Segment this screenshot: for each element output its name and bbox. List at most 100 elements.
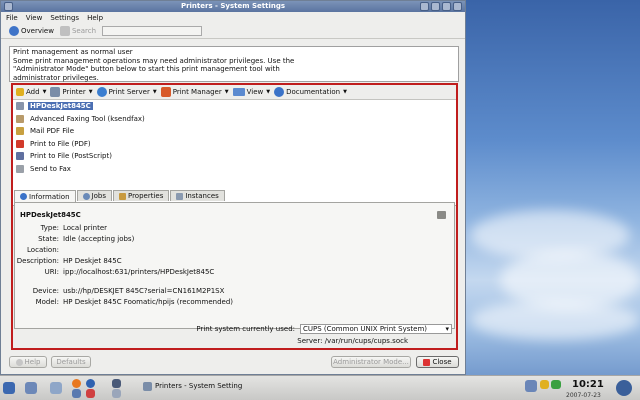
menu-settings[interactable]: Settings	[50, 14, 79, 22]
printer-label: Send to Fax	[30, 164, 71, 173]
info-line: administrator privileges.	[13, 73, 99, 82]
detail-key: Location:	[27, 246, 59, 254]
printer-item-ksendfax[interactable]: Advanced Faxing Tool (ksendfax)	[13, 113, 456, 126]
mail-icon	[16, 127, 24, 136]
pager-icon[interactable]	[112, 379, 121, 388]
print-system-select[interactable]: CUPS (Common UNIX Print System) ▾	[300, 324, 452, 334]
help-button[interactable]: Help	[9, 356, 47, 368]
overview-label: Overview	[21, 27, 54, 35]
search-label: Search	[71, 27, 97, 35]
detail-row-uri: URI: ipp://localhost:631/printers/HPDeskJ…	[15, 268, 215, 276]
add-label: Add	[26, 88, 40, 96]
info-icon	[20, 193, 27, 200]
mail-icon[interactable]	[86, 379, 95, 388]
wand-icon	[16, 88, 24, 96]
help-icon[interactable]	[420, 2, 429, 11]
pager-icon[interactable]	[112, 389, 121, 398]
search-label-item: Search	[59, 26, 97, 36]
overview-button[interactable]: Overview	[9, 26, 54, 36]
logout-icon[interactable]	[616, 380, 632, 396]
clock-date: 2007-07-23	[566, 392, 601, 399]
window-title: Printers - System Settings	[180, 2, 286, 10]
taskbar: Printers - System Setting 10:21 2007-07-…	[0, 375, 640, 400]
battery-icon[interactable]	[551, 380, 561, 389]
printer-item-hpdeskjet845c[interactable]: HPDeskJet845C	[13, 100, 456, 113]
printer-label: Print to File (PostScript)	[30, 152, 112, 161]
tab-label: Instances	[185, 192, 219, 200]
menu-file[interactable]: File	[6, 14, 18, 22]
postscript-icon	[16, 152, 24, 161]
printer-item-print-pdf[interactable]: Print to File (PDF)	[13, 138, 456, 151]
tab-label: Information	[29, 192, 70, 201]
search-icon	[59, 26, 70, 36]
home-icon[interactable]	[50, 382, 62, 394]
print-icon[interactable]	[437, 211, 446, 219]
print-manager-button[interactable]: Print Manager ▼	[160, 87, 229, 97]
close-icon[interactable]	[453, 2, 462, 11]
print-server-button[interactable]: Print Server ▼	[96, 87, 157, 97]
detail-row-model: Model: HP Deskjet 845C Foomatic/hpijs (re…	[15, 298, 233, 306]
detail-key: State:	[38, 235, 59, 243]
details-tabs: Information Jobs Properties Instances	[14, 190, 226, 202]
print-server-label: Print Server	[108, 88, 150, 96]
information-panel: HPDeskJet845C Type: Local printer State: I…	[14, 202, 455, 329]
tab-instances[interactable]: Instances	[170, 190, 225, 201]
pdf-icon	[16, 139, 24, 148]
task-printers-window[interactable]: Printers - System Setting	[143, 378, 253, 394]
window-menu-icon[interactable]	[4, 2, 13, 11]
printer-item-mail-pdf[interactable]: Mail PDF File	[13, 125, 456, 138]
window-titlebar[interactable]: Printers - System Settings	[1, 1, 465, 12]
network-icon[interactable]	[525, 380, 537, 392]
main-toolbar: Overview Search	[1, 24, 465, 39]
print-system-row: Print system currently used: CUPS (Commo…	[13, 323, 456, 335]
server-icon	[96, 87, 107, 97]
detail-row-location: Location:	[15, 246, 63, 254]
printer-label: Print to File (PDF)	[30, 139, 91, 148]
printer-icon	[143, 381, 152, 391]
app-icon[interactable]	[72, 389, 81, 398]
view-button[interactable]: View ▼	[232, 88, 270, 96]
menu-help[interactable]: Help	[87, 14, 103, 22]
instances-icon	[176, 192, 184, 200]
maximize-icon[interactable]	[442, 2, 451, 11]
fax-icon	[16, 114, 24, 123]
office-icon[interactable]	[86, 389, 95, 398]
kde-menu-icon[interactable]	[3, 382, 15, 394]
detail-row-type: Type: Local printer	[15, 224, 107, 232]
defaults-button[interactable]: Defaults	[51, 356, 91, 368]
add-button[interactable]: Add ▼	[16, 88, 46, 96]
tab-jobs[interactable]: Jobs	[76, 190, 112, 201]
tab-label: Jobs	[91, 192, 106, 200]
detail-key: URI:	[44, 268, 59, 276]
help-label: Help	[24, 358, 41, 366]
detail-row-state: State: Idle (accepting jobs)	[15, 235, 134, 243]
lock-icon[interactable]	[540, 380, 549, 389]
minimize-icon[interactable]	[431, 2, 440, 11]
tab-label: Properties	[127, 192, 164, 200]
desktop-icon[interactable]	[25, 382, 37, 394]
close-icon	[423, 358, 431, 366]
printer-item-send-fax[interactable]: Send to Fax	[13, 163, 456, 176]
chevron-down-icon: ▾	[445, 325, 449, 333]
jobs-icon	[82, 192, 90, 200]
clock-time[interactable]: 10:21	[572, 379, 604, 390]
task-title: Printers - System Setting	[155, 382, 243, 390]
help-icon	[274, 87, 285, 97]
tab-properties[interactable]: Properties	[112, 190, 170, 201]
documentation-button[interactable]: Documentation ▼	[274, 87, 347, 97]
server-path: Server: /var/run/cups/cups.sock	[297, 337, 408, 345]
view-icon	[232, 88, 245, 96]
menu-view[interactable]: View	[26, 14, 43, 22]
info-line: "Administrator Mode" button below to sta…	[13, 65, 280, 73]
printer-button[interactable]: Printer ▼	[50, 87, 93, 97]
printer-item-print-postscript[interactable]: Print to File (PostScript)	[13, 150, 456, 163]
close-button[interactable]: Close	[416, 356, 459, 368]
browser-icon[interactable]	[72, 379, 81, 388]
printer-label: Mail PDF File	[30, 127, 75, 136]
desktop-cloud	[470, 300, 640, 340]
tab-information[interactable]: Information	[14, 190, 76, 202]
info-line: Print management as normal user	[13, 48, 133, 56]
print-manager-icon	[160, 87, 171, 97]
search-input[interactable]	[102, 26, 203, 36]
administrator-mode-button[interactable]: Administrator Mode...	[331, 356, 411, 368]
